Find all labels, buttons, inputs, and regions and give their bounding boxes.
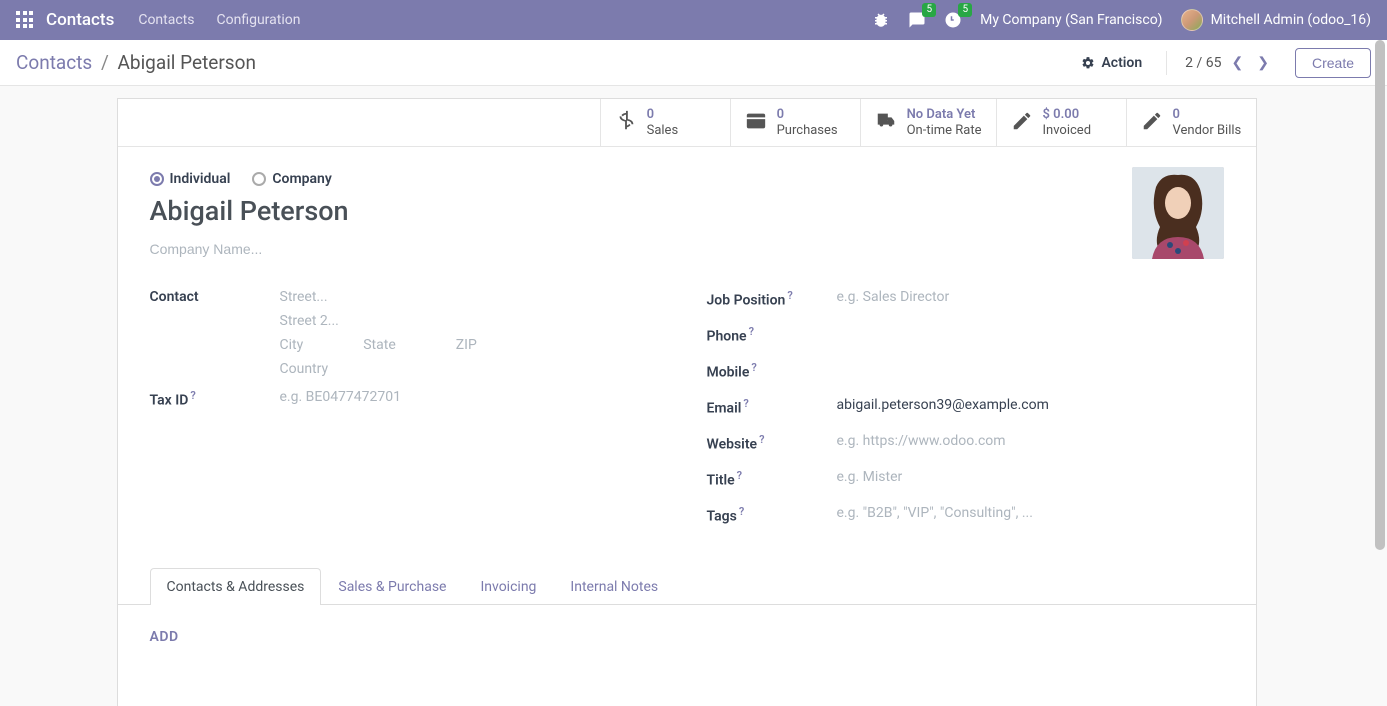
radio-company-label: Company [272,171,331,187]
breadcrumb-root[interactable]: Contacts [16,51,92,74]
phone-label: Phone? [707,325,837,345]
app-brand: Contacts [46,10,114,30]
pager-next-icon[interactable]: ❯ [1253,51,1273,75]
zip-input[interactable]: ZIP [456,337,477,353]
website-input[interactable]: e.g. https://www.odoo.com [837,433,1006,449]
job-position-input[interactable]: e.g. Sales Director [837,289,950,305]
stat-vendor-bills[interactable]: 0 Vendor Bills [1126,99,1256,146]
create-button[interactable]: Create [1295,48,1371,78]
country-input[interactable]: Country [280,361,667,377]
tax-id-label: Tax ID? [150,389,280,409]
activity-icon[interactable]: 5 [944,11,962,29]
radio-company[interactable]: Company [252,171,331,187]
radio-individual-label: Individual [170,171,231,187]
pencil-square-icon [1141,110,1163,136]
activity-badge: 5 [958,3,972,17]
dollar-icon [615,110,637,136]
pager-prev-icon[interactable]: ❮ [1228,51,1248,75]
user-avatar-icon [1181,9,1203,31]
radio-icon [252,172,266,186]
nav-link-configuration[interactable]: Configuration [217,12,301,28]
truck-icon [875,110,897,136]
company-selector[interactable]: My Company (San Francisco) [980,12,1162,28]
tax-id-input[interactable]: e.g. BE0477472701 [280,389,402,405]
chat-badge: 5 [922,3,936,17]
contact-label: Contact [150,289,280,305]
tags-input[interactable]: e.g. "B2B", "VIP", "Consulting", ... [837,505,1033,521]
scrollbar-thumb[interactable] [1375,40,1385,550]
tab-invoicing[interactable]: Invoicing [463,568,553,605]
breadcrumb-sep: / [101,51,109,74]
email-label: Email? [707,397,837,417]
title-input[interactable]: e.g. Mister [837,469,903,485]
pager: 2 / 65 ❮ ❯ [1166,51,1273,75]
contact-name[interactable]: Abigail Peterson [150,195,1224,227]
stat-vendor-bills-value: 0 [1173,107,1242,123]
company-name-input[interactable] [150,237,450,261]
tags-label: Tags? [707,505,837,525]
apps-icon[interactable] [16,11,34,29]
street-input[interactable]: Street... [280,289,667,305]
credit-card-icon [745,110,767,136]
chat-icon[interactable]: 5 [908,11,926,29]
stat-purchases[interactable]: 0 Purchases [730,99,860,146]
city-input[interactable]: City [280,337,304,353]
stat-vendor-bills-label: Vendor Bills [1173,123,1242,139]
tab-contacts-addresses[interactable]: Contacts & Addresses [150,568,322,605]
form-sheet: 0 Sales 0 Purchases No Data Yet On-time … [117,98,1257,706]
tab-content: ADD [118,605,1256,706]
stat-purchases-label: Purchases [777,123,838,139]
nav-link-contacts[interactable]: Contacts [138,12,194,28]
pager-text[interactable]: 2 / 65 [1185,55,1221,71]
stat-ontime[interactable]: No Data Yet On-time Rate [860,99,996,146]
radio-icon [150,172,164,186]
tab-sales-purchase[interactable]: Sales & Purchase [321,568,463,605]
breadcrumb-bar: Contacts / Abigail Peterson Action 2 / 6… [0,40,1387,86]
job-position-label: Job Position? [707,289,837,309]
user-menu[interactable]: Mitchell Admin (odoo_16) [1181,9,1371,31]
street2-input[interactable]: Street 2... [280,313,667,329]
stat-invoiced-label: Invoiced [1043,123,1092,139]
stat-ontime-value: No Data Yet [907,107,982,123]
stat-invoiced-value: $ 0.00 [1043,107,1092,123]
stat-sales-label: Sales [647,123,679,139]
website-label: Website? [707,433,837,453]
person-photo-icon [1132,167,1224,259]
contact-photo[interactable] [1132,167,1224,259]
action-button[interactable]: Action [1081,55,1142,71]
state-input[interactable]: State [363,337,396,353]
top-nav: Contacts Contacts Configuration 5 5 My C… [0,0,1387,40]
gear-icon [1081,56,1095,70]
breadcrumb: Contacts / Abigail Peterson [16,51,256,74]
action-label: Action [1101,55,1142,71]
stat-sales-value: 0 [647,107,679,123]
radio-individual[interactable]: Individual [150,171,231,187]
user-name: Mitchell Admin (odoo_16) [1211,12,1371,28]
stat-ontime-label: On-time Rate [907,123,982,139]
add-button[interactable]: ADD [150,629,179,645]
breadcrumb-leaf: Abigail Peterson [118,51,256,74]
pencil-square-icon [1011,110,1033,136]
title-label: Title? [707,469,837,489]
email-value[interactable]: abigail.peterson39@example.com [837,397,1049,413]
mobile-label: Mobile? [707,361,837,381]
tab-internal-notes[interactable]: Internal Notes [553,568,675,605]
stat-purchases-value: 0 [777,107,838,123]
stat-sales[interactable]: 0 Sales [600,99,730,146]
stat-row: 0 Sales 0 Purchases No Data Yet On-time … [118,99,1256,147]
tabs-row: Contacts & Addresses Sales & Purchase In… [118,567,1256,605]
bug-icon[interactable] [872,11,890,29]
stat-invoiced[interactable]: $ 0.00 Invoiced [996,99,1126,146]
